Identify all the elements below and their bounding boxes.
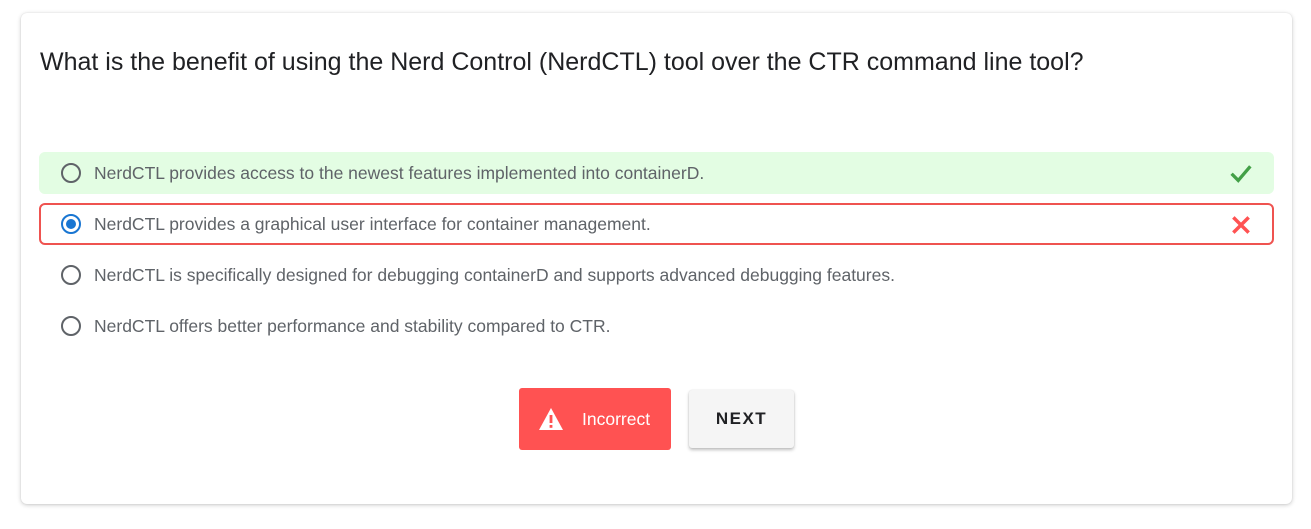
question-text: What is the benefit of using the Nerd Co… [40, 48, 1084, 76]
incorrect-feedback-button[interactable]: Incorrect [519, 388, 671, 450]
checkmark-icon [1230, 165, 1252, 183]
answer-option-1[interactable]: NerdCTL provides access to the newest fe… [39, 152, 1274, 194]
feedback-label: Incorrect [582, 409, 651, 429]
answer-options: NerdCTL provides access to the newest fe… [39, 152, 1274, 356]
answer-option-label: NerdCTL provides a graphical user interf… [94, 214, 651, 234]
close-icon [1232, 216, 1250, 234]
answer-option-label: NerdCTL offers better performance and st… [94, 316, 611, 336]
quiz-card: What is the benefit of using the Nerd Co… [21, 13, 1292, 504]
radio-button[interactable] [61, 163, 81, 183]
next-button[interactable]: NEXT [689, 390, 794, 448]
radio-button[interactable] [61, 265, 81, 285]
warning-icon [539, 408, 563, 430]
radio-button[interactable] [61, 316, 81, 336]
answer-option-2[interactable]: NerdCTL provides a graphical user interf… [39, 203, 1274, 245]
answer-option-3[interactable]: NerdCTL is specifically designed for deb… [39, 254, 1274, 296]
answer-option-label: NerdCTL is specifically designed for deb… [94, 265, 895, 285]
answer-option-4[interactable]: NerdCTL offers better performance and st… [39, 305, 1274, 347]
answer-option-label: NerdCTL provides access to the newest fe… [94, 163, 705, 183]
radio-button-selected[interactable] [61, 214, 81, 234]
